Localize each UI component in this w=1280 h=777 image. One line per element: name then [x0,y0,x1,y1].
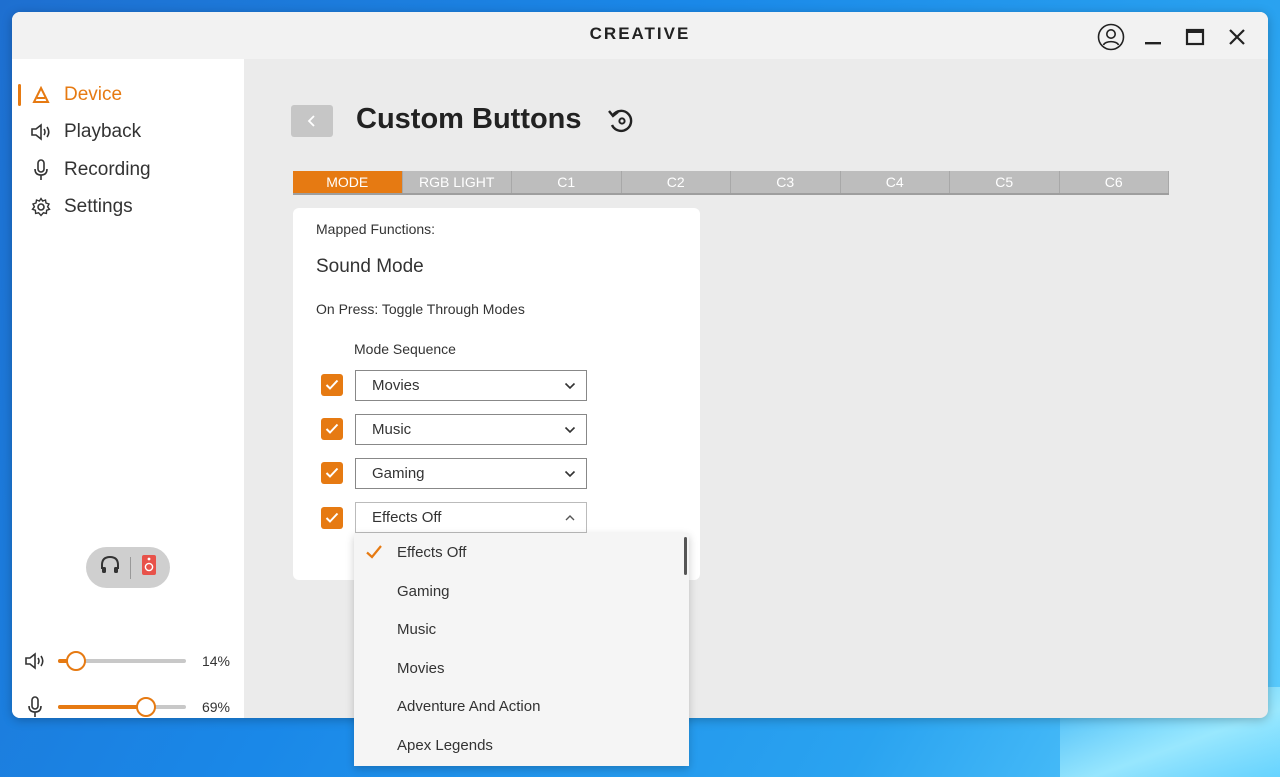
option-label: Apex Legends [397,736,493,754]
select-value: Music [372,421,412,438]
account-icon[interactable] [1094,20,1128,54]
chevron-up-icon [565,515,575,521]
page-title: Custom Buttons [356,103,582,135]
tab-c5[interactable]: C5 [950,171,1060,193]
option-label: Music [397,620,437,638]
brand-logo: CREATIVE [589,24,691,43]
sidebar-item-label: Settings [64,196,133,217]
option-label: Gaming [397,582,450,600]
mic-volume-row: 69% [12,695,244,718]
dropdown-option-apex-legends[interactable]: Apex Legends [354,726,689,764]
tab-c2[interactable]: C2 [622,171,731,193]
reset-icon[interactable] [606,106,636,136]
maximize-icon[interactable] [1178,20,1212,54]
output-toggle[interactable] [86,547,170,588]
device-icon [30,84,52,106]
slider-thumb[interactable] [66,651,86,671]
dropdown-option-effects-off[interactable]: Effects Off [354,533,689,571]
tab-mode[interactable]: MODE [293,171,403,193]
mode-sequence-label: Mode Sequence [354,341,456,357]
tab-c4[interactable]: C4 [841,171,950,193]
sequence-checkbox-1[interactable] [321,374,343,396]
chevron-down-icon [564,426,576,434]
sequence-checkbox-2[interactable] [321,418,343,440]
dropdown-option-adventure-and-action[interactable]: Adventure And Action [354,687,689,725]
headphones-icon[interactable] [99,554,121,581]
sidebar-item-settings[interactable]: Settings [12,190,244,224]
check-icon [325,467,339,478]
playback-volume-value: 14% [201,653,230,669]
dropdown-option-music[interactable]: Music [354,610,689,648]
option-label: Movies [397,659,445,677]
sidebar-item-device[interactable]: Device [12,78,244,112]
sequence-select-2[interactable]: Music [355,414,587,445]
option-label: Adventure And Action [397,697,541,715]
speaker-icon [24,652,46,670]
title-bar: CREATIVE [12,12,1268,59]
sidebar-item-label: Recording [64,159,151,180]
tab-rgb-light[interactable]: RGB LIGHT [403,171,512,193]
chevron-down-icon [564,470,576,478]
function-name: Sound Mode [316,256,424,277]
chevron-down-icon [564,382,576,390]
select-value: Movies [372,377,420,394]
check-icon [325,423,339,434]
on-press-label: On Press: Toggle Through Modes [316,301,525,317]
toggle-divider [129,556,131,579]
sidebar: Device Playback Recording Settings 14% 6… [12,59,244,718]
option-label: Effects Off [397,543,467,561]
microphone-icon [24,696,46,718]
dropdown-option-gaming[interactable]: Gaming [354,572,689,610]
tab-c6[interactable]: C6 [1060,171,1169,193]
mapped-functions-label: Mapped Functions: [316,221,436,237]
sequence-checkbox-4[interactable] [321,507,343,529]
speaker-icon [30,121,52,143]
check-icon [366,545,382,559]
chevron-left-icon [307,115,315,127]
sidebar-item-recording[interactable]: Recording [12,153,244,187]
dropdown-option-movies[interactable]: Movies [354,649,689,687]
slider-fill [58,705,146,709]
sequence-select-4[interactable]: Effects Off [355,502,587,533]
check-icon [325,512,339,523]
close-icon[interactable] [1220,20,1254,54]
sidebar-item-label: Device [64,84,123,105]
check-icon [325,379,339,390]
slider-thumb[interactable] [136,697,156,717]
sidebar-item-playback[interactable]: Playback [12,115,244,149]
select-value: Gaming [372,465,425,482]
sidebar-item-label: Playback [64,121,142,142]
sequence-checkbox-3[interactable] [321,462,343,484]
mode-dropdown-menu: Effects Off Gaming Music Movies Adventur… [354,533,689,766]
sequence-select-3[interactable]: Gaming [355,458,587,489]
back-button[interactable] [291,105,333,137]
mic-volume-slider[interactable] [58,697,186,717]
playback-volume-slider[interactable] [58,651,186,671]
speaker-device-icon[interactable] [140,554,158,581]
select-value: Effects Off [372,509,442,526]
mode-card: Mapped Functions: Sound Mode On Press: T… [293,208,700,580]
tab-c3[interactable]: C3 [731,171,841,193]
minimize-icon[interactable] [1136,20,1170,54]
mic-volume-value: 69% [201,699,230,715]
tab-c1[interactable]: C1 [512,171,622,193]
microphone-icon [30,159,52,181]
tab-bar: MODE RGB LIGHT C1 C2 C3 C4 C5 C6 [293,171,1169,195]
playback-volume-row: 14% [12,649,244,673]
gear-icon [30,196,52,218]
sequence-select-1[interactable]: Movies [355,370,587,401]
